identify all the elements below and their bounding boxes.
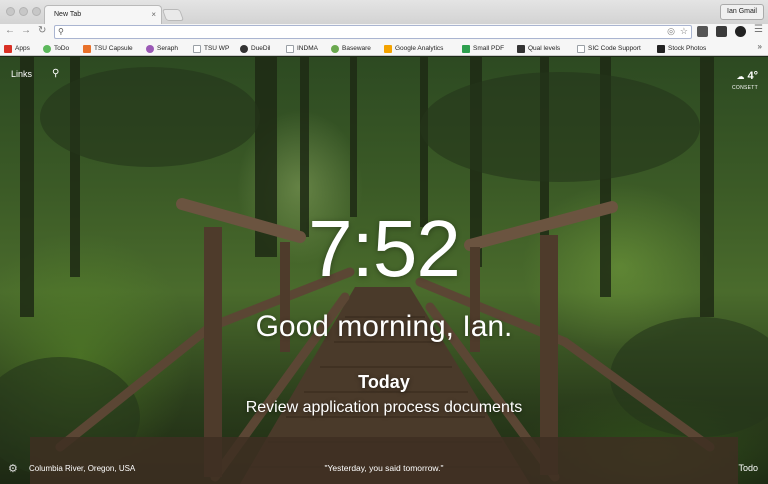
tab-title: New Tab [54, 11, 82, 18]
browser-titlebar: New Tab × Ian Gmail [0, 0, 768, 24]
todo-icon [43, 44, 51, 53]
focus-heading: Today [358, 372, 410, 392]
links-button[interactable]: Links [11, 69, 32, 79]
page-icon [193, 44, 201, 53]
duedil-icon [240, 44, 248, 53]
search-icon[interactable]: ⚲ [52, 68, 59, 79]
minimize-window-icon[interactable] [19, 7, 28, 16]
maximize-window-icon[interactable] [32, 7, 41, 16]
extension-profile-icon[interactable] [735, 26, 746, 37]
extension-hangouts-icon[interactable] [697, 26, 708, 37]
bookmark-seraph[interactable]: Seraph [146, 43, 178, 54]
address-input[interactable] [69, 27, 649, 38]
clock-time: 7:52 [308, 204, 461, 293]
tab-close-icon[interactable]: × [151, 10, 156, 19]
daily-quote: "Yesterday, you said tomorrow." [324, 463, 444, 473]
location-target-icon[interactable]: ◎ [667, 26, 675, 37]
more-bookmarks-icon[interactable]: » [758, 42, 762, 51]
bookmark-tsu-capsule[interactable]: TSU Capsule [83, 43, 133, 54]
greeting-text: Good morning, Ian. [255, 310, 513, 343]
focus-task[interactable]: Review application process documents [0, 399, 768, 417]
bookmarks-bar: Apps ToDo TSU Capsule Seraph TSU WP DueD… [0, 40, 768, 56]
baseware-icon [331, 44, 339, 53]
page-icon [577, 44, 585, 53]
bookmark-qual-levels[interactable]: Qual levels [517, 43, 560, 54]
bookmark-indma[interactable]: INDMA [286, 43, 318, 54]
bookmark-stock-photos[interactable]: Stock Photos [657, 43, 706, 54]
bookmark-star-icon[interactable]: ☆ [680, 26, 688, 37]
bookmark-small-pdf[interactable]: Small PDF [462, 43, 504, 54]
menu-icon[interactable]: ☰ [754, 24, 763, 35]
bookmark-duedil[interactable]: DueDil [240, 43, 271, 54]
stock-photos-icon [657, 44, 665, 53]
extension-pocket-icon[interactable] [716, 26, 727, 37]
bookmark-baseware[interactable]: Baseware [331, 43, 371, 54]
new-tab-button[interactable] [161, 9, 185, 21]
reload-icon[interactable]: ↻ [38, 25, 46, 36]
bookmark-tsu-wp[interactable]: TSU WP [193, 43, 229, 54]
address-bar[interactable]: ⚲ ◎ ☆ [54, 25, 692, 39]
close-window-icon[interactable] [6, 7, 15, 16]
apps-grid-icon [4, 44, 12, 53]
momentum-dashboard: Links ⚲ ☁ 4° CONSETT 7:52 Good morning, I… [0, 57, 768, 484]
page-icon [286, 44, 294, 53]
weather-widget[interactable]: ☁ 4° CONSETT [732, 66, 758, 91]
bookmark-todo[interactable]: ToDo [43, 43, 69, 54]
weather-temperature: 4° [747, 70, 758, 82]
tab-new-tab[interactable]: New Tab × [44, 5, 162, 24]
bookmark-apps[interactable]: Apps [4, 43, 30, 54]
back-icon[interactable]: ← [5, 25, 15, 36]
profile-button[interactable]: Ian Gmail [720, 4, 764, 20]
pdf-icon [462, 44, 470, 53]
bookmark-google-analytics[interactable]: Google Analytics [384, 43, 443, 54]
seraph-icon [146, 44, 154, 53]
capsule-icon [83, 44, 91, 53]
qual-icon [517, 44, 525, 53]
todo-button[interactable]: Todo [738, 463, 758, 473]
search-icon: ⚲ [58, 27, 64, 36]
browser-toolbar: ← → ↻ ⚲ ◎ ☆ ☰ [0, 24, 768, 40]
cloud-icon: ☁ [736, 72, 745, 81]
weather-location: CONSETT [732, 85, 758, 91]
analytics-icon [384, 44, 392, 53]
forward-icon[interactable]: → [21, 25, 31, 36]
bookmark-sic-code-support[interactable]: SIC Code Support [577, 43, 641, 54]
